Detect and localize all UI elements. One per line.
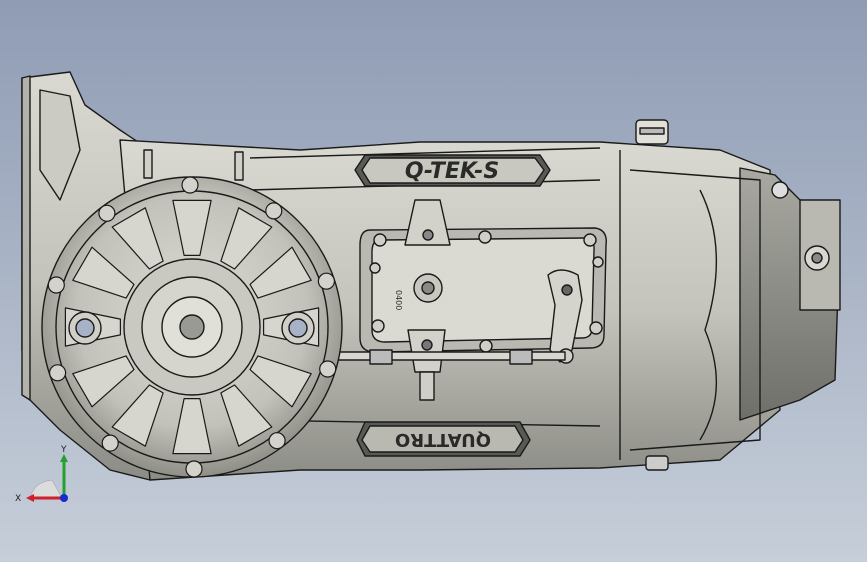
top-logo-badge: Q-TEK-S	[354, 154, 551, 187]
x-axis-label: X	[15, 494, 21, 504]
bell-bolt	[268, 432, 286, 450]
bell-bolt	[185, 460, 203, 478]
bell-bolt	[265, 202, 283, 220]
bell-bolt	[101, 434, 119, 452]
bottom-logo-badge: QUATTRO	[356, 421, 531, 457]
y-axis-label: Y	[60, 445, 67, 455]
plate-stamp: 0400	[394, 290, 403, 310]
transmission-model: Q-TEK-S QUATTRO 0400	[21, 71, 841, 481]
bottom-logo-text: QUATTRO	[395, 429, 491, 450]
bell-bolt	[98, 204, 116, 222]
coordinate-triad[interactable]: Y X	[12, 440, 82, 510]
bell-bolt	[317, 272, 335, 290]
bell-bolt	[181, 176, 199, 194]
bell-bolt	[48, 364, 67, 382]
bell-bolt	[319, 360, 337, 378]
bellhousing-face	[41, 176, 343, 478]
z-axis-dot	[60, 494, 68, 502]
linkage-bracket-bottom	[407, 329, 446, 373]
bell-bolt	[47, 276, 65, 294]
triad-base	[29, 479, 63, 499]
top-logo-text: Q-TEK-S	[405, 159, 499, 184]
cad-model-viewport[interactable]: Q-TEK-S QUATTRO 0400	[0, 0, 867, 562]
